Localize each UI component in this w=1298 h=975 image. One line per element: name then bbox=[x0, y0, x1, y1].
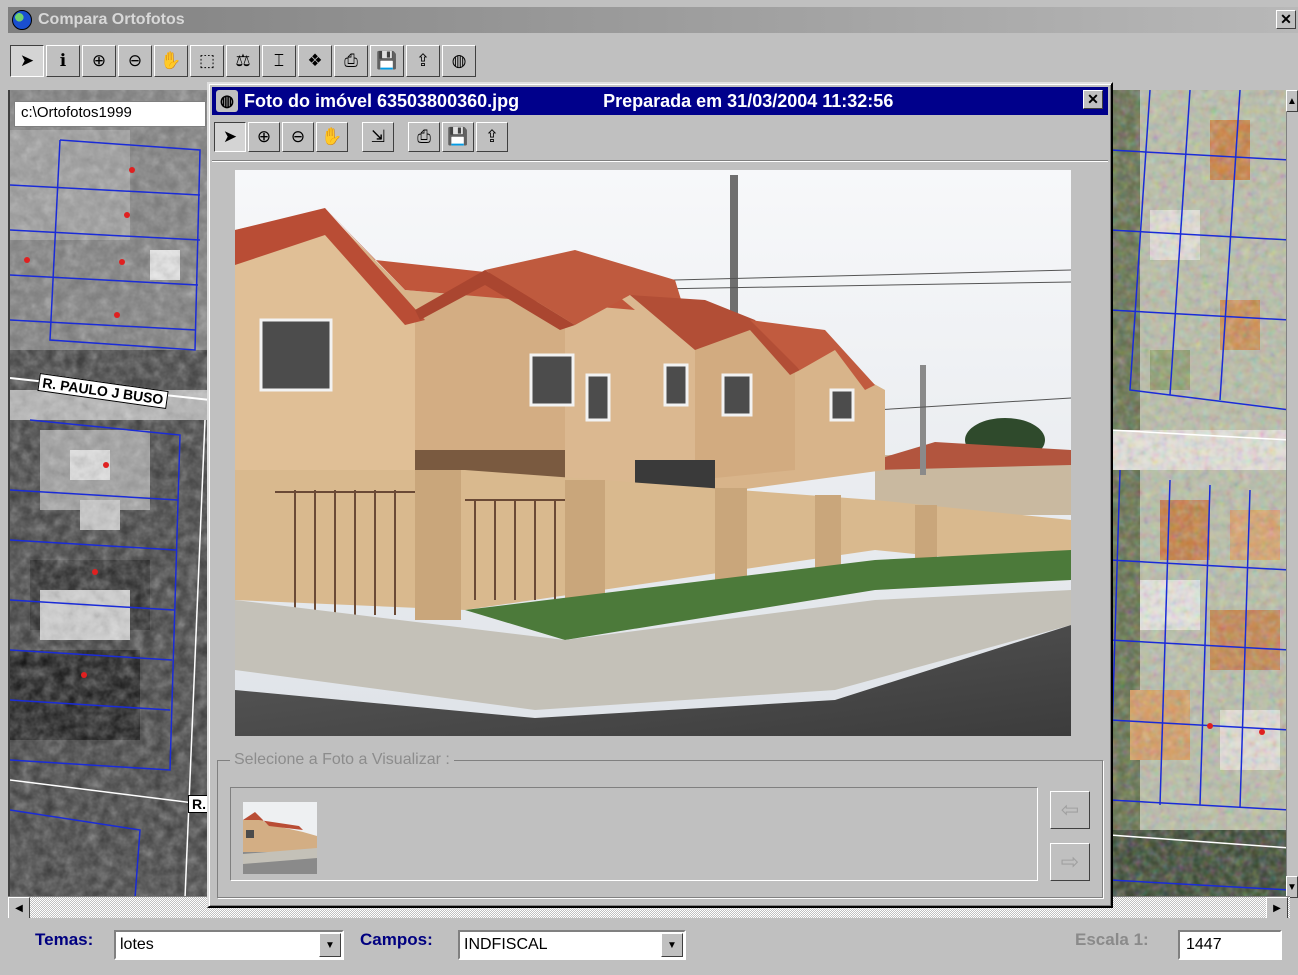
zoom-in-icon: ⊕ bbox=[91, 51, 107, 70]
main-toolbar: ➤ ℹ ⊕ ⊖ ✋ ⬚ ⚖ ⌶ ❖ ⎙ 💾 ⇪ ◍ bbox=[10, 45, 476, 77]
escala-label: Escala 1: bbox=[1075, 930, 1149, 949]
dialog-title: Foto do imóvel 63503800360.jpg bbox=[244, 90, 520, 111]
hand-icon: ✋ bbox=[321, 127, 343, 146]
dlg-zoom-in-button[interactable]: ⊕ bbox=[248, 122, 280, 152]
pointer-tool-button[interactable]: ➤ bbox=[10, 45, 44, 77]
map-path-label: c:\Ortofotos1999 bbox=[14, 101, 206, 127]
previous-photo-button[interactable]: ⇦ bbox=[1050, 791, 1090, 829]
dialog-toolbar: ➤ ⊕ ⊖ ✋ ⇲ ⎙ 💾 ⇪ bbox=[214, 122, 508, 152]
aerial-photo-1999 bbox=[10, 90, 208, 898]
globe-icon bbox=[12, 10, 32, 30]
photo-selection-label: Selecione a Foto a Visualizar : bbox=[230, 751, 454, 769]
property-photo[interactable] bbox=[235, 170, 1071, 736]
campos-combobox[interactable]: INDFISCAL ▼ bbox=[458, 930, 686, 960]
dlg-print-button[interactable]: ⎙ bbox=[408, 122, 440, 152]
window-title: Compara Ortofotos bbox=[38, 11, 185, 28]
select-area-button[interactable]: ⬚ bbox=[190, 45, 224, 77]
hand-icon: ✋ bbox=[160, 51, 182, 70]
photo-dialog: ◍ Foto do imóvel 63503800360.jpg Prepara… bbox=[207, 82, 1113, 908]
printer-icon: ⎙ bbox=[344, 51, 358, 70]
export-button[interactable]: ⇪ bbox=[406, 45, 440, 77]
pan-tool-button[interactable]: ✋ bbox=[154, 45, 188, 77]
toolbar-spacer bbox=[350, 122, 360, 152]
ortophoto-map-current[interactable] bbox=[1110, 90, 1290, 898]
campos-dropdown-arrow[interactable]: ▼ bbox=[661, 933, 683, 957]
campos-value: INDFISCAL bbox=[464, 936, 548, 953]
townhouses-photo bbox=[235, 170, 1071, 736]
dlg-save-button[interactable]: 💾 bbox=[442, 122, 474, 152]
zoom-out-icon: ⊖ bbox=[127, 51, 143, 70]
main-title-bar: Compara Ortofotos ✕ bbox=[8, 7, 1298, 33]
toolbar-spacer bbox=[396, 122, 406, 152]
photo-button[interactable]: ◍ bbox=[442, 45, 476, 77]
temas-label: Temas: bbox=[35, 930, 94, 949]
info-icon: ℹ bbox=[59, 51, 67, 70]
dlg-pan-button[interactable]: ✋ bbox=[316, 122, 348, 152]
export-icon: ⇪ bbox=[415, 51, 431, 70]
zoom-out-icon: ⊖ bbox=[290, 127, 306, 146]
campos-label: Campos: bbox=[360, 930, 433, 949]
zoom-out-button[interactable]: ⊖ bbox=[118, 45, 152, 77]
zoom-in-button[interactable]: ⊕ bbox=[82, 45, 116, 77]
layers-button[interactable]: ❖ bbox=[298, 45, 332, 77]
camera-icon: ◍ bbox=[451, 51, 467, 70]
photo-thumbnail-strip[interactable] bbox=[230, 787, 1038, 881]
temas-combobox[interactable]: lotes ▼ bbox=[114, 930, 344, 960]
thumbnail-image bbox=[243, 802, 317, 874]
scale-button[interactable]: ⚖ bbox=[226, 45, 260, 77]
scroll-left-arrow[interactable]: ◀ bbox=[8, 897, 30, 919]
scroll-right-arrow[interactable]: ▶ bbox=[1266, 897, 1288, 919]
pointer-icon: ➤ bbox=[19, 51, 35, 70]
scale-icon: ⚖ bbox=[235, 51, 251, 70]
save-button[interactable]: 💾 bbox=[370, 45, 404, 77]
camera-icon: ◍ bbox=[216, 90, 238, 112]
photo-selection-group: Selecione a Foto a Visualizar : ⇦ ⇨ bbox=[217, 751, 1103, 898]
zoom-in-icon: ⊕ bbox=[256, 127, 272, 146]
dlg-zoom-out-button[interactable]: ⊖ bbox=[282, 122, 314, 152]
app-window: Compara Ortofotos ✕ ➤ ℹ ⊕ ⊖ ✋ ⬚ ⚖ ⌶ ❖ ⎙ 💾 ⇪ ◍ bbox=[0, 0, 1298, 975]
escala-input[interactable]: 1447 bbox=[1178, 930, 1282, 960]
print-button[interactable]: ⎙ bbox=[334, 45, 368, 77]
dialog-close-button[interactable]: ✕ bbox=[1083, 90, 1103, 109]
fit-icon: ⇲ bbox=[370, 127, 386, 146]
temas-value: lotes bbox=[120, 936, 154, 953]
scroll-down-arrow[interactable]: ▼ bbox=[1286, 876, 1298, 898]
label-button[interactable]: ⌶ bbox=[262, 45, 296, 77]
next-photo-button[interactable]: ⇨ bbox=[1050, 843, 1090, 881]
pointer-icon: ➤ bbox=[222, 127, 238, 146]
floppy-icon: 💾 bbox=[447, 127, 469, 146]
scroll-up-arrow[interactable]: ▲ bbox=[1286, 90, 1298, 112]
dlg-fit-button[interactable]: ⇲ bbox=[362, 122, 394, 152]
street-label-partial: R. bbox=[188, 795, 208, 813]
bottom-panel: Temas: lotes ▼ Campos: INDFISCAL ▼ Escal… bbox=[8, 918, 1298, 975]
dialog-prepared-date: Preparada em 31/03/2004 11:32:56 bbox=[603, 90, 894, 111]
dialog-title-bar: ◍ Foto do imóvel 63503800360.jpg Prepara… bbox=[212, 87, 1108, 115]
dlg-export-button[interactable]: ⇪ bbox=[476, 122, 508, 152]
aerial-photo-current bbox=[1110, 90, 1290, 898]
window-close-button[interactable]: ✕ bbox=[1276, 10, 1296, 29]
toolbar-divider bbox=[212, 160, 1108, 162]
layers-icon: ❖ bbox=[307, 51, 323, 70]
floppy-icon: 💾 bbox=[376, 51, 398, 70]
printer-icon: ⎙ bbox=[417, 127, 431, 146]
label-icon: ⌶ bbox=[273, 51, 285, 70]
info-tool-button[interactable]: ℹ bbox=[46, 45, 80, 77]
select-area-icon: ⬚ bbox=[198, 51, 216, 70]
photo-thumbnail[interactable] bbox=[243, 802, 317, 874]
map-vertical-scrollbar[interactable]: ▲ ▼ bbox=[1286, 90, 1298, 898]
dlg-pointer-button[interactable]: ➤ bbox=[214, 122, 246, 152]
temas-dropdown-arrow[interactable]: ▼ bbox=[319, 933, 341, 957]
export-icon: ⇪ bbox=[484, 127, 500, 146]
ortophoto-map-1999[interactable]: R. PAULO J BUSO R. bbox=[8, 90, 208, 898]
